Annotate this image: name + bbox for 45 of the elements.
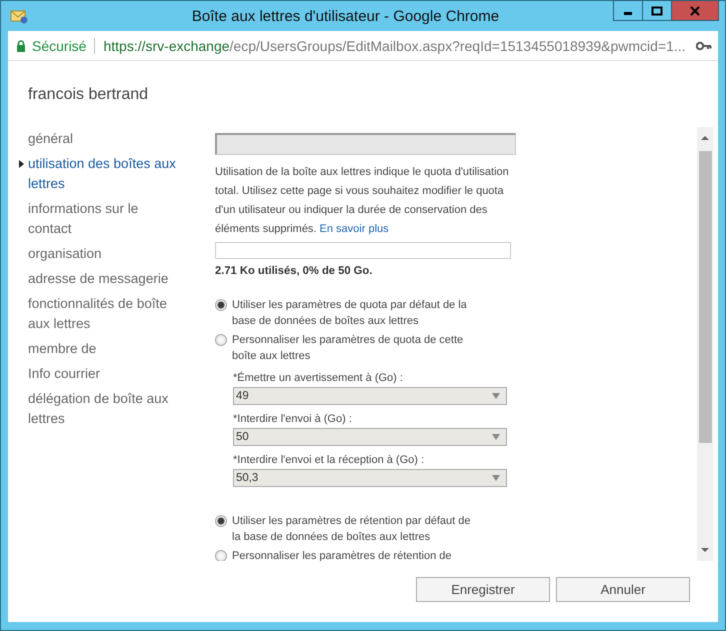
field-label: *Interdire l'envoi à (Go) :: [233, 413, 353, 425]
close-icon: [689, 6, 701, 16]
key-icon[interactable]: [696, 40, 712, 50]
radio-label: Personnaliser les paramètres de quota de cette boîte aux lettres: [232, 333, 464, 364]
minimize-icon: [624, 12, 632, 15]
caret-icon: [492, 393, 500, 399]
radio-label: Utiliser les paramètres de quota par défaut de la base de données de boîtes aux lettres: [232, 298, 468, 329]
nav-item[interactable]: membre de: [28, 339, 178, 359]
input-field[interactable]: [215, 133, 516, 155]
nav-item[interactable]: adresse de messagerie: [28, 269, 178, 289]
learn-more-link[interactable]: En savoir plus: [320, 223, 389, 235]
nav-item[interactable]: Info courrier: [28, 364, 178, 384]
dropdown[interactable]: 49: [233, 387, 507, 405]
nav-item[interactable]: délégation de boîte aux lettres: [28, 389, 178, 429]
maximize-button[interactable]: [642, 0, 672, 21]
radio-button[interactable]: [215, 334, 227, 346]
radio-button[interactable]: [215, 550, 227, 561]
close-button[interactable]: [671, 0, 719, 21]
nav-item[interactable]: général: [28, 129, 178, 149]
nav-item[interactable]: organisation: [28, 244, 178, 264]
window-title: Boîte aux lettres d'utilisateur - Google Chrome: [192, 8, 500, 24]
field-label: *Émettre un avertissement à (Go) :: [233, 372, 404, 384]
dialog-button[interactable]: Enregistrer: [416, 577, 550, 602]
dialog-button[interactable]: Annuler: [556, 577, 690, 602]
caret-icon: [492, 434, 500, 440]
lock-icon: [16, 40, 26, 52]
dropdown[interactable]: 50,3: [233, 469, 507, 487]
radio-button[interactable]: [215, 299, 227, 311]
security-label: Sécurisé: [32, 38, 86, 54]
caret-icon: [492, 475, 500, 481]
description-text: Utilisation de la boîte aux lettres indique le quota d'utilisation total. Utilisez cette page si vous souhaitez modifier le quota d'un utilisateur ou indiquer la durée de conservation des éléments supprimés. En savoir plus: [215, 165, 510, 237]
radio-button[interactable]: [215, 515, 227, 527]
nav-item[interactable]: utilisation des boîtes aux lettres: [28, 154, 178, 194]
user-name: francois bertrand: [28, 86, 150, 105]
field-label: *Interdire l'envoi et la réception à (Go) :: [233, 454, 426, 466]
dropdown[interactable]: 50: [233, 428, 507, 446]
triangle-icon: [19, 160, 24, 168]
envelope-icon: [10, 8, 28, 24]
minimize-button[interactable]: [613, 0, 643, 21]
radio-label: Personnaliser les paramètres de rétention de: [232, 549, 452, 561]
maximize-icon: [651, 6, 663, 16]
usage-summary: 2.71 Ko utilisés, 0% de 50 Go.: [215, 265, 374, 277]
url-text[interactable]: https://srv-exchange/ecp/UsersGroups/EditMailbox.aspx?reqId=1513455018939&pwmcid=1...: [103, 38, 690, 54]
radio-label: Utiliser les paramètres de rétention par défaut de la base de données de boîtes aux lettres: [232, 514, 472, 545]
scrollbar[interactable]: [697, 127, 713, 561]
